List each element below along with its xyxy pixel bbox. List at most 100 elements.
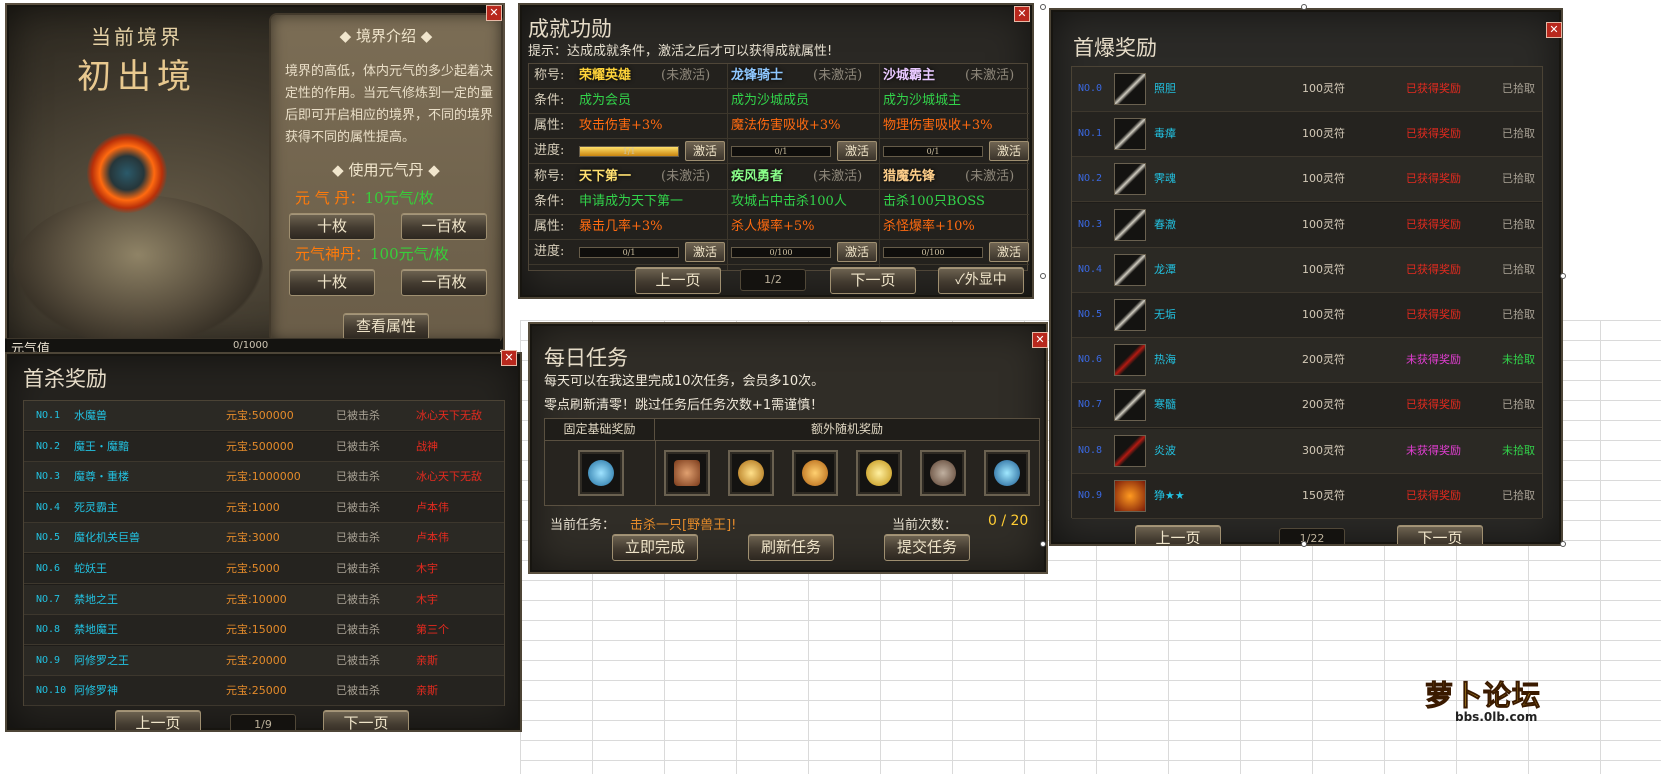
achievement-condition: 成为沙城成员 — [731, 93, 810, 108]
table-row[interactable]: NO.9 狰★★ 150灵符 已获得奖励 已拾取 — [1072, 473, 1542, 519]
drop-name: 无垢 — [1154, 308, 1176, 321]
realm-close-icon[interactable]: ✕ — [486, 5, 502, 21]
extra-reward-item-6[interactable] — [984, 450, 1030, 496]
selection-handle[interactable] — [1040, 541, 1046, 547]
realm-orb-image — [87, 133, 167, 213]
table-row[interactable]: NO.2 魔王・魔黯 元宝:500000 已被击杀 战神 — [24, 431, 504, 462]
pill2-ten-button[interactable]: 十枚 — [289, 269, 375, 296]
weapon-icon[interactable] — [1114, 299, 1146, 331]
drop-picked: 已拾取 — [1502, 398, 1535, 412]
table-row[interactable]: NO.8 禁地魔王 元宝:15000 已被击杀 第三个 — [24, 615, 504, 646]
drop-no: NO.6 — [1078, 354, 1103, 366]
drop-name: 霁魂 — [1154, 172, 1176, 186]
extra-reward-item-1[interactable] — [664, 450, 710, 496]
kill-reward: 元宝:500000 — [226, 409, 294, 422]
weapon-icon[interactable] — [1114, 73, 1146, 105]
pill2-price: 100元气/枚 — [370, 245, 449, 263]
daily-close-icon[interactable]: ✕ — [1032, 332, 1048, 348]
selection-handle[interactable] — [1301, 541, 1307, 547]
selection-handle[interactable] — [1560, 541, 1566, 547]
external-display-toggle[interactable]: ✓外显中 — [938, 267, 1024, 294]
kill-status: 已被击杀 — [336, 470, 380, 484]
achievement-title-name: 天下第一 — [579, 169, 632, 184]
first-kill-next-button[interactable]: 下一页 — [323, 710, 409, 730]
activate-button[interactable]: 激活 — [837, 242, 877, 262]
drop-reward: 200灵符 — [1302, 398, 1345, 412]
progress-text: 1/1 — [622, 147, 636, 156]
weapon-icon[interactable] — [1114, 163, 1146, 196]
weapon-icon[interactable] — [1114, 253, 1146, 286]
achievement-title: 成就功勋 — [528, 17, 612, 41]
table-row[interactable]: NO.5 魔化机关巨兽 元宝:3000 已被击杀 卢本伟 — [24, 523, 504, 554]
inactive-status: (未激活) — [661, 169, 711, 184]
weapon-icon[interactable] — [1114, 434, 1146, 467]
table-row[interactable]: NO.2 霁魂 100灵符 已获得奖励 已拾取 — [1072, 157, 1542, 203]
selection-handle[interactable] — [1301, 4, 1307, 10]
extra-reward-item-4[interactable] — [856, 450, 902, 496]
achievement-close-icon[interactable]: ✕ — [1014, 6, 1030, 22]
table-row[interactable]: NO.1 毒瘴 100灵符 已获得奖励 已拾取 — [1072, 112, 1542, 158]
first-drop-close-icon[interactable]: ✕ — [1546, 22, 1562, 38]
activate-button[interactable]: 激活 — [989, 141, 1029, 161]
table-row[interactable]: NO.4 龙潭 100灵符 已获得奖励 已拾取 — [1072, 247, 1542, 293]
submit-task-button[interactable]: 提交任务 — [884, 534, 970, 561]
first-drop-title: 首爆奖励 — [1073, 36, 1157, 60]
achievement-prev-button[interactable]: 上一页 — [635, 267, 721, 294]
extra-reward-item-5[interactable] — [920, 450, 966, 496]
activate-button[interactable]: 激活 — [685, 141, 725, 161]
drop-picked: 已拾取 — [1502, 308, 1535, 321]
table-row[interactable]: NO.3 魔尊・重楼 元宝:1000000 已被击杀 冰心天下无敌 — [24, 462, 504, 493]
weapon-icon[interactable] — [1114, 344, 1146, 377]
kill-no: NO.10 — [36, 685, 67, 697]
pill1-hundred-button[interactable]: 一百枚 — [401, 213, 487, 240]
table-row[interactable]: NO.0 照胆 100灵符 已获得奖励 已拾取 — [1072, 67, 1542, 112]
achievement-row: 称号: 荣耀英雄 (未激活) 龙锋骑士 (未激活) 沙城霸主 (未激活) — [529, 64, 1029, 89]
extra-reward-item-2[interactable] — [728, 450, 774, 496]
extra-reward-item-3[interactable] — [792, 450, 838, 496]
selection-handle[interactable] — [1560, 273, 1566, 279]
first-drop-next-button[interactable]: 下一页 — [1397, 525, 1483, 544]
table-row[interactable]: NO.8 炎波 300灵符 未获得奖励 未拾取 — [1072, 428, 1542, 474]
selection-handle[interactable] — [1040, 273, 1046, 279]
row-label: 称号: — [534, 169, 565, 184]
table-row[interactable]: NO.1 水魔兽 元宝:500000 已被击杀 冰心天下无敌 — [24, 401, 504, 431]
first-drop-panel: 首爆奖励 NO.0 照胆 100灵符 已获得奖励 已拾取 NO.1 毒瘴 100灵符 已获得奖励… — [1049, 8, 1563, 546]
fixed-reward-item[interactable] — [578, 450, 624, 496]
weapon-icon[interactable] — [1114, 118, 1146, 151]
view-attributes-button[interactable]: 查看属性 — [343, 313, 429, 340]
pill1-ten-button[interactable]: 十枚 — [289, 213, 375, 240]
first-kill-prev-button[interactable]: 上一页 — [115, 710, 201, 730]
weapon-icon[interactable] — [1114, 479, 1146, 512]
kill-killer: 木宇 — [416, 592, 438, 606]
activate-button[interactable]: 激活 — [685, 242, 725, 262]
refresh-task-button[interactable]: 刷新任务 — [748, 534, 834, 561]
first-kill-close-icon[interactable]: ✕ — [501, 350, 517, 366]
weapon-icon[interactable] — [1114, 389, 1146, 422]
pill2-label: 元气神丹： — [295, 245, 371, 263]
selection-handle[interactable] — [1040, 4, 1046, 10]
fixed-reward-label: 固定基础奖励 — [545, 419, 655, 441]
table-row[interactable]: NO.10 阿修罗神 元宝:25000 已被击杀 亲斯 — [24, 676, 504, 707]
kill-reward: 元宝:5000 — [226, 562, 280, 575]
achievement-next-button[interactable]: 下一页 — [830, 267, 916, 294]
table-row[interactable]: NO.6 热海 200灵符 未获得奖励 未拾取 — [1072, 338, 1542, 384]
use-pill-title: ◆ 使用元气丹 ◆ — [332, 161, 440, 179]
activate-button[interactable]: 激活 — [837, 141, 877, 161]
table-row[interactable]: NO.7 禁地之王 元宝:10000 已被击杀 木宇 — [24, 584, 504, 615]
table-row[interactable]: NO.7 寒髓 200灵符 已获得奖励 已拾取 — [1072, 383, 1542, 429]
first-drop-prev-button[interactable]: 上一页 — [1135, 525, 1221, 544]
activate-button[interactable]: 激活 — [989, 242, 1029, 262]
table-row[interactable]: NO.3 春澈 100灵符 已获得奖励 已拾取 — [1072, 202, 1542, 248]
complete-now-button[interactable]: 立即完成 — [612, 534, 698, 561]
pill2-hundred-button[interactable]: 一百枚 — [401, 269, 487, 296]
table-row[interactable]: NO.4 死灵霸主 元宝:1000 已被击杀 卢本伟 — [24, 492, 504, 523]
achievement-attribute: 攻击伤害+3% — [579, 118, 663, 133]
weapon-icon[interactable] — [1114, 208, 1146, 241]
achievement-attribute: 杀人爆率+5% — [731, 219, 815, 234]
drop-name: 狰★★ — [1154, 488, 1185, 502]
kill-reward: 元宝:20000 — [226, 653, 287, 667]
table-row[interactable]: NO.5 无垢 100灵符 已获得奖励 已拾取 — [1072, 293, 1542, 338]
table-row[interactable]: NO.6 蛇妖王 元宝:5000 已被击杀 木宇 — [24, 554, 504, 584]
first-kill-list: NO.1 水魔兽 元宝:500000 已被击杀 冰心天下无敌 NO.2 魔王・魔黯 元宝:50… — [23, 400, 505, 707]
table-row[interactable]: NO.9 阿修罗之王 元宝:20000 已被击杀 亲斯 — [24, 645, 504, 676]
